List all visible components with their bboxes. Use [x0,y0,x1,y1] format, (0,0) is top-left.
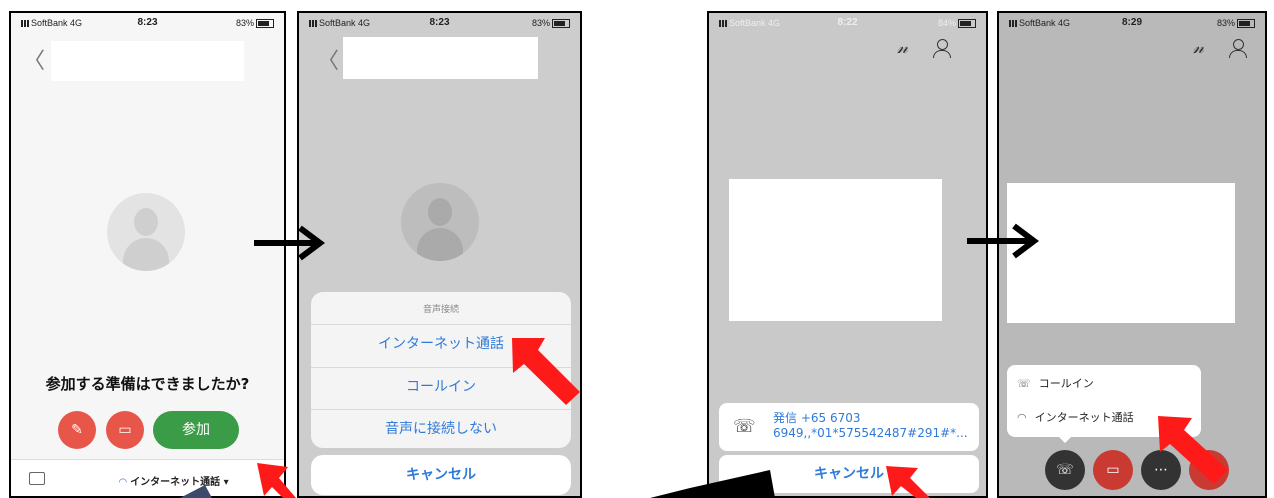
annotate-icon[interactable]: 𝓃 [1193,37,1204,58]
option-no-audio[interactable]: 音声に接続しない [311,409,571,448]
battery-percent: 83% [235,18,254,28]
dial-number-line1: 発信 +65 6703 [773,411,861,425]
wifi-icon: ◠ [119,477,127,488]
battery-percent: 84% [937,18,956,28]
participants-icon[interactable] [933,39,951,58]
bottom-bar: ◠ インターネット通話 ▾ [11,459,284,496]
phone-screen-in-meeting: SoftBank 4G 8:29 83% 𝓃 ☏ コールイン ◠ インターネット通話… [997,11,1267,498]
phone-outgoing-icon: ☏ [1017,377,1031,390]
battery-icon [256,19,274,29]
sheet-title: 音声接続 [422,305,459,315]
battery-icon [1237,19,1255,29]
mute-mic-button[interactable]: ✎ [58,411,96,449]
audio-label: インターネット通話 [130,477,221,488]
cancel-label: キャンセル [814,466,884,482]
menu-item-label: コールイン [1038,377,1094,390]
participants-icon[interactable] [1229,39,1247,58]
ready-question: 参加する準備はできましたか? [45,375,250,393]
audio-menu: ☏ コールイン ◠ インターネット通話 [1007,365,1201,437]
join-label: 参加 [182,422,210,438]
more-icon: ⋯ [1154,462,1168,478]
annotate-icon[interactable]: 𝓃 [897,37,908,58]
cast-icon[interactable] [29,472,45,485]
audio-connection-sheet: 音声接続 インターネット通話 コールイン 音声に接続しない [311,292,571,448]
battery-percent: 83% [531,18,550,28]
audio-button[interactable]: ☏ [1045,450,1085,490]
phone-screen-call-in: SoftBank 4G 8:22 84% 𝓃 ☏ 発信 +65 6703 694… [707,11,988,498]
menu-pointer [1057,435,1073,443]
meeting-title-redacted [343,37,538,79]
option-call-in[interactable]: コールイン [311,367,571,406]
chevron-down-icon: ▾ [223,477,229,488]
dial-in-card[interactable]: ☏ 発信 +65 6703 6949,,*01*575542487#291#*.… [719,403,979,451]
video-off-icon: ▭ [118,422,132,438]
dial-number-line2: 6949,,*01*575542487#291#*... [773,426,968,440]
phone-icon: ☏ [1056,462,1074,478]
status-bar: SoftBank 4G 8:23 83% [11,13,284,33]
status-bar: SoftBank 4G 8:22 84% [709,13,986,33]
status-bar: SoftBank 4G 8:29 83% [999,13,1265,33]
menu-item-label: インターネット通話 [1034,411,1134,424]
phone-icon: ☏ [733,416,756,437]
menu-item-call-in[interactable]: ☏ コールイン [1017,375,1094,391]
battery-icon [958,19,976,29]
phone-screen-prejoin: SoftBank 4G 8:23 83% 〈 参加する準備はできましたか? ✎ … [9,11,286,498]
meeting-title-redacted [51,41,244,81]
phone-screen-audio-sheet: SoftBank 4G 8:23 83% 〈 音声接続 インターネット通話 コー… [297,11,582,498]
more-button[interactable]: ⋯ [1141,450,1181,490]
cancel-label: キャンセル [406,467,476,483]
video-button[interactable]: ▭ [1093,450,1133,490]
video-off-icon: ▭ [1106,462,1120,478]
status-bar: SoftBank 4G 8:23 83% [299,13,580,33]
wifi-icon: ◠ [1017,411,1027,424]
leave-button[interactable] [1189,450,1229,490]
join-button[interactable]: 参加 [153,411,239,449]
video-redacted [729,179,942,321]
avatar [401,183,479,261]
audio-selector[interactable]: ◠ インターネット通話 ▾ [119,473,229,488]
option-internet-call[interactable]: インターネット通話 [311,324,571,363]
battery-percent: 83% [1216,18,1235,28]
mic-off-icon: ✎ [71,422,83,438]
cancel-button[interactable]: キャンセル [719,455,979,493]
back-button[interactable]: 〈 [23,43,45,75]
menu-item-internet-call[interactable]: ◠ インターネット通話 [1017,409,1134,425]
battery-icon [552,19,570,29]
back-button[interactable]: 〈 [317,43,339,75]
cancel-button[interactable]: キャンセル [311,455,571,495]
avatar [107,193,185,271]
video-off-button[interactable]: ▭ [106,411,144,449]
video-redacted [1007,183,1235,323]
